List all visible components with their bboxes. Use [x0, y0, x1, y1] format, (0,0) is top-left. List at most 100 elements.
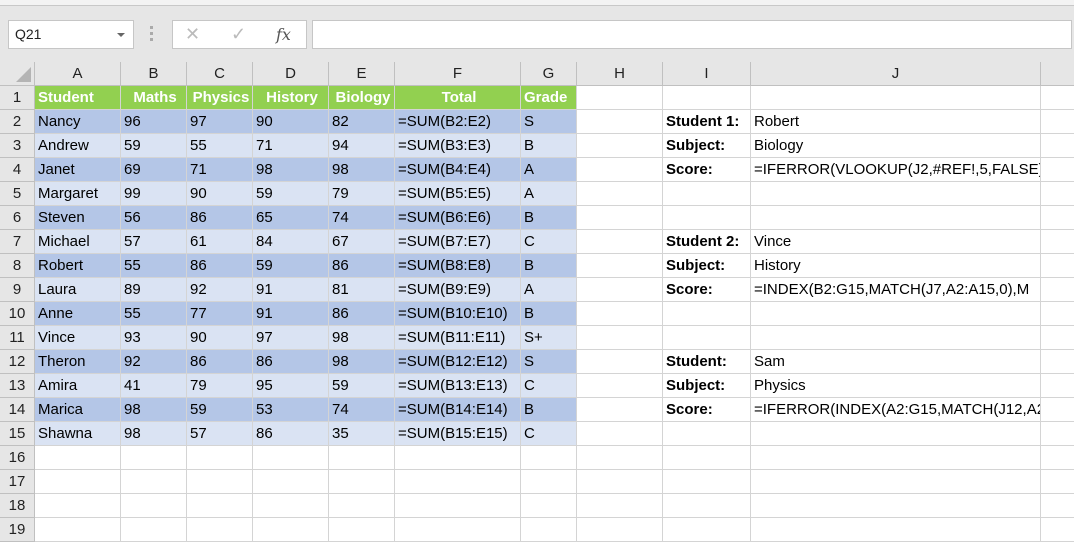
table-cell[interactable]: B — [521, 254, 577, 278]
table-cell[interactable]: =SUM(B15:E15) — [395, 422, 521, 446]
table-cell[interactable]: =SUM(B11:E11) — [395, 326, 521, 350]
table-cell[interactable]: 86 — [329, 254, 395, 278]
cell[interactable] — [663, 182, 751, 206]
table-cell[interactable]: S — [521, 350, 577, 374]
cell[interactable] — [751, 446, 1041, 470]
row-header-4[interactable]: 4 — [0, 158, 35, 182]
cell[interactable] — [663, 422, 751, 446]
table-cell[interactable]: 86 — [329, 302, 395, 326]
table-cell[interactable]: 92 — [121, 350, 187, 374]
cell[interactable] — [187, 470, 253, 494]
cell[interactable] — [577, 110, 663, 134]
cell[interactable] — [1041, 182, 1074, 206]
cell[interactable] — [1041, 86, 1074, 110]
cell[interactable] — [253, 518, 329, 542]
table-cell[interactable]: 79 — [329, 182, 395, 206]
cell[interactable] — [253, 470, 329, 494]
row-header-11[interactable]: 11 — [0, 326, 35, 350]
header-cell-physics[interactable]: Physics — [187, 86, 253, 110]
table-cell[interactable]: B — [521, 398, 577, 422]
table-cell[interactable]: =SUM(B9:E9) — [395, 278, 521, 302]
table-cell[interactable]: 86 — [253, 350, 329, 374]
lookup-value[interactable]: =INDEX(B2:G15,MATCH(J7,A2:A15,0),M — [751, 278, 1041, 302]
table-cell[interactable]: 41 — [121, 374, 187, 398]
cell[interactable] — [521, 518, 577, 542]
header-cell-maths[interactable]: Maths — [121, 86, 187, 110]
table-cell[interactable]: Shawna — [35, 422, 121, 446]
chevron-down-icon[interactable] — [117, 33, 125, 37]
lookup-label[interactable]: Score: — [663, 158, 751, 182]
insert-function-icon[interactable]: fx — [276, 25, 291, 44]
row-header-7[interactable]: 7 — [0, 230, 35, 254]
column-header-i[interactable]: I — [663, 62, 751, 86]
table-cell[interactable]: 93 — [121, 326, 187, 350]
cancel-icon[interactable]: ✕ — [185, 24, 200, 45]
cell[interactable] — [751, 494, 1041, 518]
row-header-15[interactable]: 15 — [0, 422, 35, 446]
cell[interactable] — [577, 278, 663, 302]
header-cell-student[interactable]: Student — [35, 86, 121, 110]
row-header-16[interactable]: 16 — [0, 446, 35, 470]
cell[interactable] — [521, 446, 577, 470]
cell[interactable] — [1041, 134, 1074, 158]
cell[interactable] — [329, 470, 395, 494]
cell[interactable] — [187, 494, 253, 518]
table-cell[interactable]: 98 — [329, 158, 395, 182]
table-cell[interactable]: =SUM(B7:E7) — [395, 230, 521, 254]
row-header-18[interactable]: 18 — [0, 494, 35, 518]
cell[interactable] — [1041, 374, 1074, 398]
cell[interactable] — [663, 206, 751, 230]
row-header-10[interactable]: 10 — [0, 302, 35, 326]
column-header-g[interactable]: G — [521, 62, 577, 86]
cell[interactable] — [663, 86, 751, 110]
cell[interactable] — [1041, 350, 1074, 374]
table-cell[interactable]: 90 — [187, 326, 253, 350]
table-cell[interactable]: 71 — [187, 158, 253, 182]
table-cell[interactable]: 79 — [187, 374, 253, 398]
table-cell[interactable]: 97 — [187, 110, 253, 134]
cell[interactable] — [751, 518, 1041, 542]
row-header-8[interactable]: 8 — [0, 254, 35, 278]
cell[interactable] — [1041, 278, 1074, 302]
table-cell[interactable]: A — [521, 278, 577, 302]
cell[interactable] — [577, 446, 663, 470]
name-box[interactable]: Q21 — [8, 20, 134, 49]
header-cell-biology[interactable]: Biology — [329, 86, 395, 110]
lookup-value[interactable]: =IFERROR(VLOOKUP(J2,#REF!,5,FALSE), — [751, 158, 1041, 182]
table-cell[interactable]: 77 — [187, 302, 253, 326]
spreadsheet-grid[interactable]: A B C D E F G H I J 1 2 3 4 5 6 7 8 9 10 11 12 13 14 15 16 17 18 19 S… — [0, 62, 1074, 542]
cell[interactable] — [577, 158, 663, 182]
cell[interactable] — [577, 86, 663, 110]
column-header-d[interactable]: D — [253, 62, 329, 86]
table-cell[interactable]: 98 — [121, 398, 187, 422]
row-header-14[interactable]: 14 — [0, 398, 35, 422]
table-cell[interactable]: 92 — [187, 278, 253, 302]
table-cell[interactable]: Andrew — [35, 134, 121, 158]
cell[interactable] — [253, 446, 329, 470]
table-cell[interactable]: C — [521, 374, 577, 398]
cell[interactable] — [577, 302, 663, 326]
cell[interactable] — [121, 494, 187, 518]
table-cell[interactable]: =SUM(B2:E2) — [395, 110, 521, 134]
cell[interactable] — [1041, 230, 1074, 254]
table-cell[interactable]: A — [521, 182, 577, 206]
lookup-label[interactable]: Student 2: — [663, 230, 751, 254]
cell[interactable] — [1041, 326, 1074, 350]
cell[interactable] — [663, 470, 751, 494]
table-cell[interactable]: 74 — [329, 206, 395, 230]
column-header-c[interactable]: C — [187, 62, 253, 86]
table-cell[interactable]: =SUM(B6:E6) — [395, 206, 521, 230]
header-cell-total[interactable]: Total — [395, 86, 521, 110]
table-cell[interactable]: 81 — [329, 278, 395, 302]
cell[interactable] — [663, 326, 751, 350]
row-header-17[interactable]: 17 — [0, 470, 35, 494]
check-icon[interactable]: ✓ — [231, 24, 246, 45]
cell[interactable] — [1041, 302, 1074, 326]
cell[interactable] — [1041, 422, 1074, 446]
cell[interactable] — [329, 446, 395, 470]
row-header-1[interactable]: 1 — [0, 86, 35, 110]
table-cell[interactable]: 71 — [253, 134, 329, 158]
cell[interactable] — [35, 494, 121, 518]
table-cell[interactable]: Marica — [35, 398, 121, 422]
table-cell[interactable]: 55 — [187, 134, 253, 158]
